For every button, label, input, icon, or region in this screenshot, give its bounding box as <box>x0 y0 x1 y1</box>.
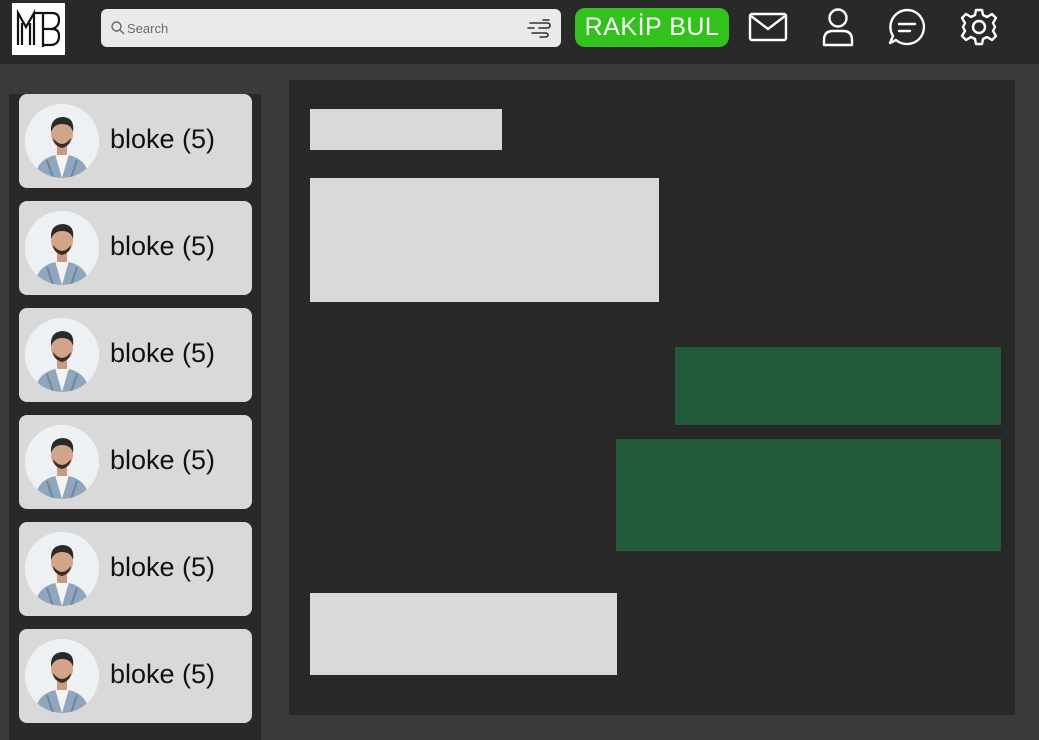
messages-button[interactable] <box>747 6 789 48</box>
contact-item[interactable]: bloke (5) <box>19 308 252 402</box>
outgoing-message-bubble <box>616 439 1001 551</box>
contact-name: bloke (5) <box>110 338 216 368</box>
user-icon <box>822 8 854 47</box>
contact-name: bloke (5) <box>110 124 216 154</box>
chat-panel <box>289 80 1015 715</box>
logo-mark-icon <box>12 3 65 55</box>
chat-button[interactable] <box>886 6 928 48</box>
avatar-image <box>25 318 99 392</box>
contact-name: bloke (5) <box>110 659 216 689</box>
mail-icon <box>748 12 788 42</box>
contact-item[interactable]: bloke (5) <box>19 201 252 295</box>
contact-list: bloke (5) bloke (5) bloke (5) bloke (5) … <box>9 94 261 740</box>
avatar-image <box>25 639 99 713</box>
contact-name: bloke (5) <box>110 231 216 261</box>
app-logo[interactable] <box>12 3 65 55</box>
gear-icon <box>960 8 998 46</box>
settings-button[interactable] <box>958 6 1000 48</box>
contact-item[interactable]: bloke (5) <box>19 415 252 509</box>
incoming-message-bubble <box>310 178 659 302</box>
avatar-image <box>25 532 99 606</box>
filter-icon[interactable] <box>527 18 553 38</box>
avatar <box>25 532 99 606</box>
avatar-image <box>25 211 99 285</box>
incoming-message-bubble <box>310 109 502 150</box>
avatar <box>25 211 99 285</box>
search-input[interactable] <box>127 9 517 47</box>
avatar-image <box>25 104 99 178</box>
contact-item[interactable]: bloke (5) <box>19 94 252 188</box>
profile-button[interactable] <box>817 6 859 48</box>
avatar <box>25 318 99 392</box>
top-bar: RAKİP BUL <box>0 0 1039 64</box>
avatar-image <box>25 425 99 499</box>
find-opponent-button[interactable]: RAKİP BUL <box>575 8 729 47</box>
contact-item[interactable]: bloke (5) <box>19 629 252 723</box>
contact-item[interactable]: bloke (5) <box>19 522 252 616</box>
search-icon <box>111 21 125 35</box>
contact-name: bloke (5) <box>110 445 216 475</box>
avatar <box>25 639 99 713</box>
avatar <box>25 104 99 178</box>
contact-name: bloke (5) <box>110 552 216 582</box>
avatar <box>25 425 99 499</box>
search-bar[interactable] <box>101 9 561 47</box>
incoming-message-bubble <box>310 593 617 675</box>
outgoing-message-bubble <box>675 347 1001 425</box>
chat-icon <box>888 8 926 46</box>
